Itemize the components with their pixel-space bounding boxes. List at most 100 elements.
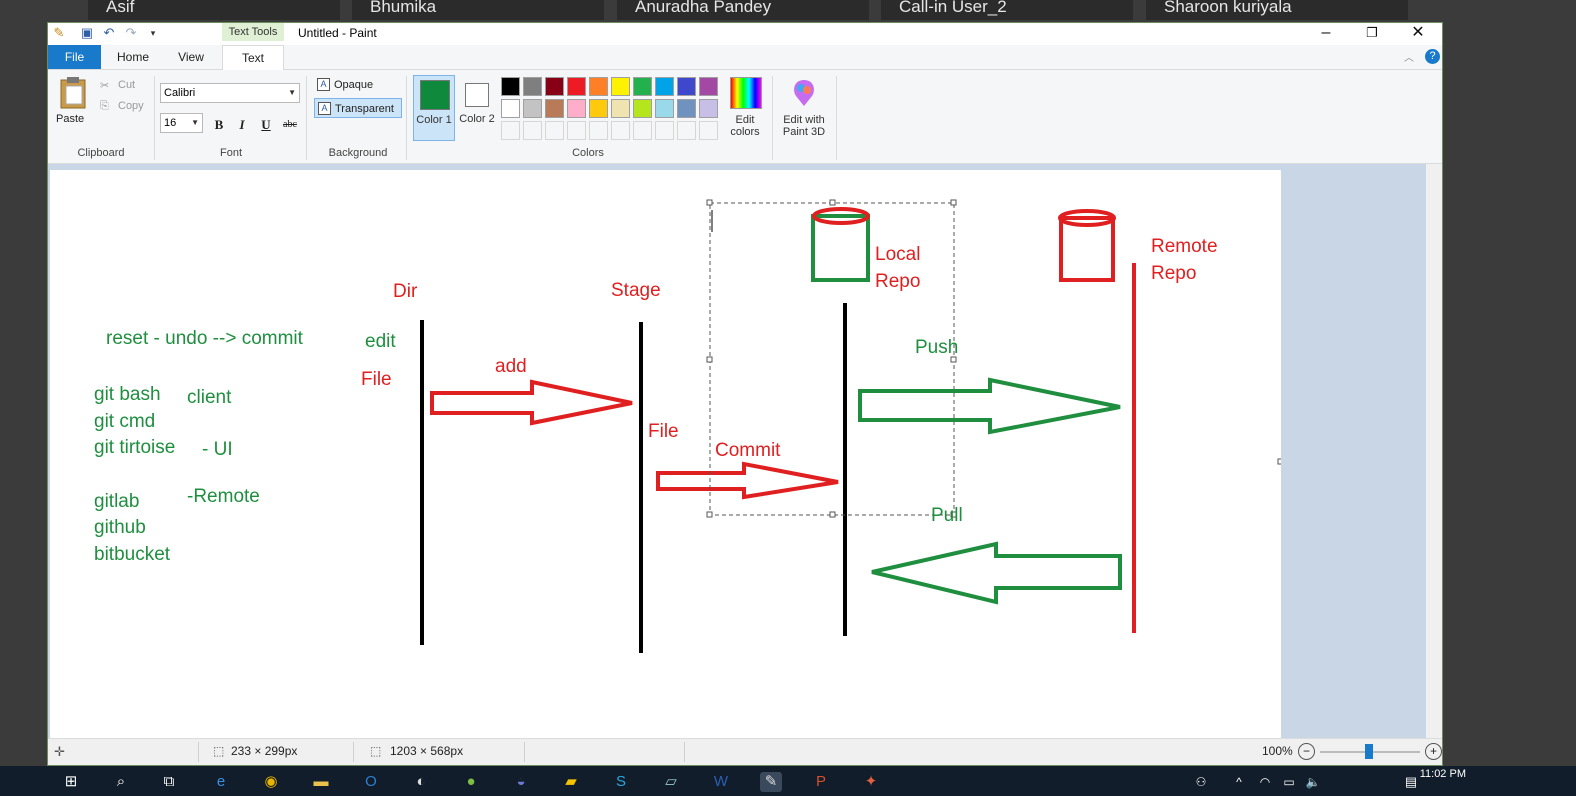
canvas-resize-handle[interactable] (1277, 458, 1284, 465)
custom-color-slot[interactable] (655, 121, 674, 140)
opaque-option[interactable]: A Opaque (314, 75, 394, 95)
palette-swatch[interactable] (545, 99, 564, 118)
palette-swatch[interactable] (589, 99, 608, 118)
chevron-down-icon: ▼ (288, 88, 296, 97)
palette-swatch[interactable] (523, 77, 542, 96)
search-icon[interactable]: ⌕ (110, 772, 132, 792)
zoom-in-icon[interactable]: + (1425, 743, 1442, 760)
windows-start-icon[interactable]: ⊞ (60, 772, 82, 792)
palette-swatch[interactable] (523, 99, 542, 118)
close-icon[interactable]: ✕ (1395, 23, 1441, 45)
palette-swatch[interactable] (633, 99, 652, 118)
drawing-canvas[interactable]: reset - undo --> commit git bash client … (50, 170, 1284, 740)
edit-colors-button[interactable]: Edit colors (724, 114, 766, 138)
palette-swatch[interactable] (567, 99, 586, 118)
sticky-notes-icon[interactable]: ▰ (560, 772, 582, 792)
redo-icon[interactable]: ↷ (124, 26, 138, 40)
collapse-ribbon-icon[interactable]: ︿ (1404, 49, 1414, 64)
custom-color-slot[interactable] (523, 121, 542, 140)
custom-color-slot[interactable] (611, 121, 630, 140)
chrome-icon[interactable]: ◉ (260, 772, 282, 792)
palette-swatch[interactable] (611, 99, 630, 118)
palette-swatch[interactable] (501, 99, 520, 118)
participant-tile[interactable]: Sharoon kuriyala (1146, 0, 1408, 20)
custom-color-slot[interactable] (589, 121, 608, 140)
custom-color-slot[interactable] (699, 121, 718, 140)
paint-taskbar-icon[interactable]: ✎ (760, 772, 782, 792)
edit-with-paint3d-button[interactable]: Edit with Paint 3D (776, 114, 832, 138)
custom-color-slot[interactable] (677, 121, 696, 140)
copy-button[interactable]: Copy (118, 100, 144, 112)
italic-button[interactable]: I (232, 115, 252, 135)
palette-swatch[interactable] (545, 77, 564, 96)
taskbar-clock[interactable]: 11:02 PM (1420, 768, 1466, 780)
palette-swatch[interactable] (501, 77, 520, 96)
show-hidden-icons-icon[interactable]: ^ (1228, 772, 1250, 792)
word-icon[interactable]: W (710, 772, 732, 792)
battery-icon[interactable]: ▭ (1278, 772, 1300, 792)
eclipse-icon[interactable]: ◒ (510, 772, 532, 792)
volume-icon[interactable]: 🔈 (1302, 772, 1324, 792)
skype-icon[interactable]: S (610, 772, 632, 792)
palette-swatch[interactable] (589, 77, 608, 96)
restore-icon[interactable]: ❐ (1349, 23, 1395, 45)
paste-button[interactable]: Paste (56, 113, 84, 125)
custom-color-slot[interactable] (545, 121, 564, 140)
notifications-icon[interactable]: ▤ (1400, 772, 1422, 792)
task-view-icon[interactable]: ⧉ (158, 772, 180, 792)
app-icon[interactable]: ◐ (410, 772, 432, 792)
palette-swatch[interactable] (655, 99, 674, 118)
color1-button[interactable]: Color 1 (413, 75, 455, 141)
bold-button[interactable]: B (209, 115, 229, 135)
font-family-select[interactable]: Calibri ▼ (160, 83, 300, 103)
tab-file[interactable]: File (48, 45, 101, 69)
paste-icon[interactable] (58, 76, 88, 110)
app-icon[interactable]: ▱ (660, 772, 682, 792)
help-icon[interactable]: ? (1425, 49, 1440, 64)
palette-swatch[interactable] (677, 77, 696, 96)
note-text: git bash (94, 384, 161, 405)
underline-button[interactable]: U (256, 115, 276, 135)
tab-home[interactable]: Home (108, 45, 158, 69)
cut-button[interactable]: Cut (118, 79, 135, 91)
strikethrough-button[interactable]: abc (280, 115, 300, 135)
cut-icon[interactable]: ✂ (100, 79, 109, 92)
undo-icon[interactable]: ↶ (102, 26, 116, 40)
minimize-icon[interactable]: – (1303, 23, 1349, 45)
paint3d-icon[interactable] (790, 78, 818, 108)
color2-button[interactable]: Color 2 (457, 75, 499, 141)
participant-tile[interactable]: Asif (88, 0, 340, 20)
edit-colors-icon[interactable] (730, 77, 762, 109)
custom-color-slot[interactable] (633, 121, 652, 140)
participant-tile[interactable]: Call-in User_2 (881, 0, 1133, 20)
people-icon[interactable]: ⚇ (1190, 772, 1212, 792)
network-icon[interactable]: ◠ (1254, 772, 1276, 792)
custom-color-slot[interactable] (501, 121, 520, 140)
palette-swatch[interactable] (633, 77, 652, 96)
app-icon[interactable]: ● (460, 772, 482, 792)
tab-view[interactable]: View (166, 45, 216, 69)
palette-swatch[interactable] (677, 99, 696, 118)
palette-swatch[interactable] (699, 99, 718, 118)
palette-swatch[interactable] (655, 77, 674, 96)
copy-icon[interactable]: ⎘ (100, 100, 109, 113)
custom-color-slot[interactable] (567, 121, 586, 140)
powerpoint-icon[interactable]: P (810, 772, 832, 792)
palette-swatch[interactable] (611, 77, 630, 96)
edge-icon[interactable]: e (210, 772, 232, 792)
participant-tile[interactable]: Anuradha Pandey (617, 0, 869, 20)
zoom-slider-thumb[interactable] (1365, 744, 1373, 759)
palette-swatch[interactable] (699, 77, 718, 96)
save-icon[interactable]: ▣ (80, 26, 94, 40)
palette-swatch[interactable] (567, 77, 586, 96)
zoom-out-icon[interactable]: − (1298, 743, 1315, 760)
outlook-icon[interactable]: O (360, 772, 382, 792)
file-explorer-icon[interactable]: ▬ (310, 772, 332, 792)
customize-quick-access-icon[interactable]: ▾ (146, 26, 160, 40)
font-size-select[interactable]: 16 ▼ (160, 113, 203, 133)
tab-text[interactable]: Text (222, 45, 284, 70)
transparent-option[interactable]: A Transparent (314, 98, 402, 118)
participant-tile[interactable]: Bhumika (352, 0, 604, 20)
app-icon[interactable]: ✦ (860, 772, 882, 792)
vertical-scrollbar[interactable] (1426, 164, 1442, 740)
